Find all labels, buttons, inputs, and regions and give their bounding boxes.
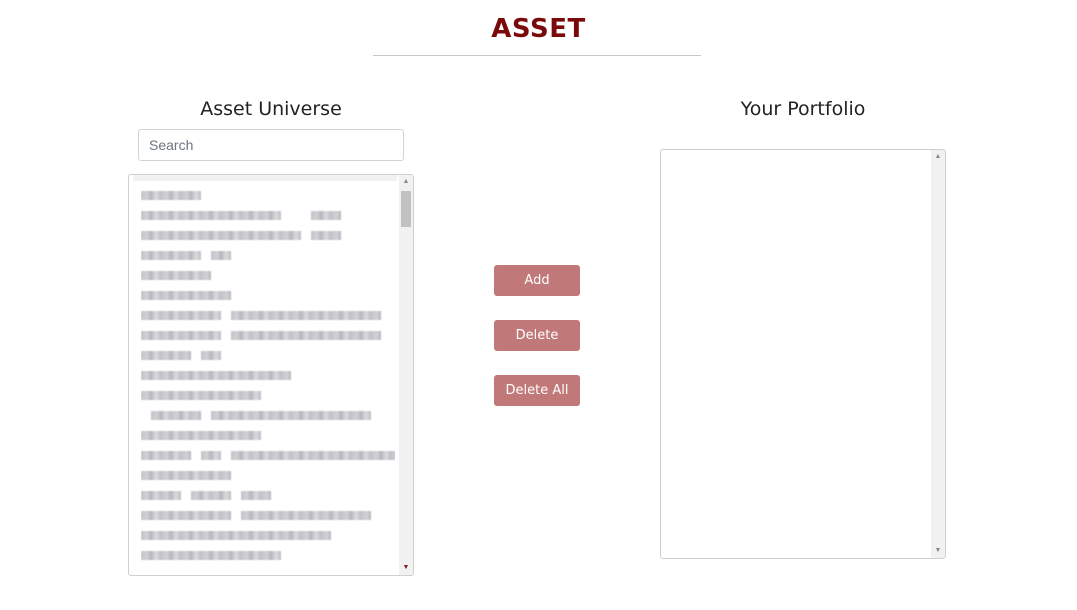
list-item[interactable]	[141, 265, 395, 285]
redacted-label	[141, 551, 281, 560]
redacted-label	[141, 391, 261, 400]
redacted-label	[141, 351, 191, 360]
universe-scrollbar[interactable]: ▲ ▼	[399, 175, 413, 575]
portfolio-items	[673, 160, 927, 554]
redacted-label	[231, 311, 381, 320]
asset-universe-heading: Asset Universe	[200, 98, 342, 120]
list-top-band	[133, 175, 397, 181]
redacted-label	[141, 471, 231, 480]
redacted-label	[191, 491, 231, 500]
list-item[interactable]	[141, 365, 395, 385]
scroll-down-arrow-icon[interactable]: ▼	[399, 561, 413, 575]
your-portfolio-heading: Your Portfolio	[740, 98, 866, 120]
redacted-label	[141, 431, 261, 440]
redacted-label	[231, 451, 395, 460]
list-item[interactable]	[141, 325, 395, 345]
redacted-label	[141, 191, 201, 200]
universe-scroll-thumb[interactable]	[401, 191, 411, 227]
list-item[interactable]	[141, 185, 395, 205]
page-title: ASSET	[491, 14, 586, 44]
redacted-label	[141, 451, 191, 460]
scroll-up-arrow-icon[interactable]: ▲	[399, 175, 413, 189]
list-item[interactable]	[141, 465, 395, 485]
portfolio-scrollbar[interactable]: ▲ ▼	[931, 150, 945, 558]
list-item[interactable]	[141, 425, 395, 445]
redacted-label	[201, 351, 221, 360]
redacted-label	[231, 331, 381, 340]
asset-universe-items	[141, 185, 395, 571]
scroll-up-arrow-icon[interactable]: ▲	[931, 150, 945, 164]
add-button[interactable]: Add	[494, 265, 580, 296]
list-item[interactable]	[141, 305, 395, 325]
redacted-label	[201, 451, 221, 460]
redacted-label	[141, 231, 301, 240]
redacted-label	[211, 251, 231, 260]
redacted-label	[311, 231, 341, 240]
title-divider	[373, 55, 701, 56]
redacted-label	[211, 411, 371, 420]
search-input[interactable]	[138, 129, 404, 161]
redacted-label	[141, 331, 221, 340]
portfolio-list[interactable]: ▲ ▼	[660, 149, 946, 559]
redacted-label	[311, 211, 341, 220]
redacted-label	[141, 531, 331, 540]
list-item[interactable]	[141, 485, 395, 505]
list-item[interactable]	[141, 525, 395, 545]
redacted-label	[141, 251, 201, 260]
redacted-label	[141, 511, 231, 520]
redacted-label	[141, 271, 211, 280]
redacted-label	[141, 291, 231, 300]
list-item[interactable]	[141, 285, 395, 305]
scroll-down-arrow-icon[interactable]: ▼	[931, 544, 945, 558]
redacted-label	[241, 511, 371, 520]
list-item[interactable]	[141, 245, 395, 265]
list-item[interactable]	[141, 345, 395, 365]
list-item[interactable]	[141, 505, 395, 525]
list-item[interactable]	[141, 405, 395, 425]
redacted-label	[151, 411, 201, 420]
redacted-label	[141, 371, 291, 380]
delete-button[interactable]: Delete	[494, 320, 580, 351]
redacted-label	[141, 311, 221, 320]
redacted-label	[141, 211, 281, 220]
asset-universe-list[interactable]: ▲ ▼	[128, 174, 414, 576]
redacted-label	[241, 491, 271, 500]
list-item[interactable]	[141, 445, 395, 465]
list-item[interactable]	[141, 385, 395, 405]
list-item[interactable]	[141, 205, 395, 225]
list-item[interactable]	[141, 225, 395, 245]
delete-all-button[interactable]: Delete All	[494, 375, 580, 406]
asset-page: ASSET Asset Universe ▲ ▼ Add Delete Dele…	[0, 0, 1077, 610]
redacted-label	[141, 491, 181, 500]
list-item[interactable]	[141, 545, 395, 565]
